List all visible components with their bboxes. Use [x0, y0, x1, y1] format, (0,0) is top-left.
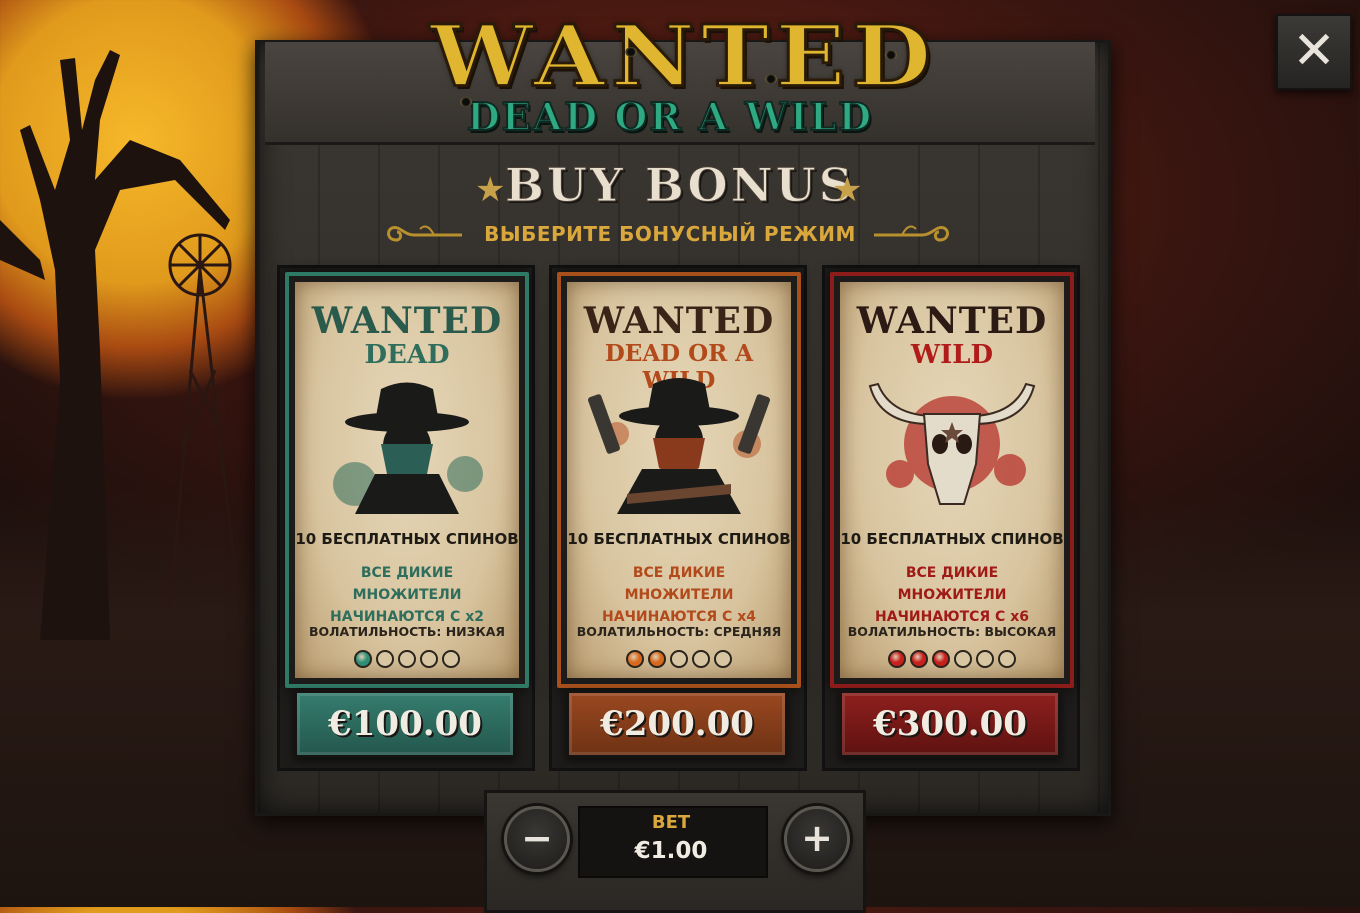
volatility-value: НИЗКАЯ — [445, 624, 506, 639]
logo-subtitle: DEAD OR A WILD — [466, 93, 874, 140]
card-multiplier: ВСЕ ДИКИЕ МНОЖИТЕЛИ НАЧИНАЮТСЯ С x4 — [577, 562, 781, 628]
bonus-card-wild[interactable]: WANTED WILD 10 БЕСПЛАТНЫХ СПИНОВ ВСЕ ДИК… — [830, 272, 1074, 688]
card-spins: 10 БЕСПЛАТНЫХ СПИНОВ — [295, 530, 519, 548]
bonus-card-dead-or-a-wild[interactable]: WANTED DEAD OR A WILD 10 БЕСПЛАТНЫХ СПИН… — [557, 272, 801, 688]
buy-button-dead-or-a-wild[interactable]: €200.00 — [566, 690, 788, 758]
volatility-meter — [567, 648, 791, 668]
plus-icon: + — [801, 816, 833, 860]
wanted-poster: WANTED WILD 10 БЕСПЛАТНЫХ СПИНОВ ВСЕ ДИК… — [840, 282, 1064, 678]
card-multiplier: ВСЕ ДИКИЕ МНОЖИТЕЛИ НАЧИНАЮТСЯ С x2 — [305, 562, 509, 628]
card-title: WANTED — [583, 300, 775, 342]
price-label: €300.00 — [873, 704, 1027, 744]
card-volatility: ВОЛАТИЛЬНОСТЬ: НИЗКАЯ — [295, 624, 519, 639]
bull-skull-icon — [868, 382, 1036, 505]
buy-button-wild[interactable]: €300.00 — [839, 690, 1061, 758]
page-title: BUY BONUS — [504, 158, 856, 213]
bullet-hole-icon — [460, 97, 472, 107]
volatility-dot-empty — [692, 649, 710, 668]
volatility-label: ВОЛАТИЛЬНОСТЬ: — [308, 624, 442, 639]
volatility-dot-empty — [714, 649, 732, 668]
flourish-left-icon — [387, 225, 462, 242]
bet-value: €1.00 — [634, 838, 708, 864]
volatility-dot-empty — [954, 649, 972, 668]
page-subtitle: ВЫБЕРИТЕ БОНУСНЫЙ РЕЖИМ — [484, 222, 856, 246]
volatility-label: ВОЛАТИЛЬНОСТЬ: — [847, 624, 981, 639]
volatility-dot-empty — [670, 649, 688, 668]
volatility-dot-filled — [888, 649, 906, 668]
minus-icon: − — [521, 816, 553, 860]
card-title: WANTED — [311, 300, 503, 342]
card-multiplier: ВСЕ ДИКИЕ МНОЖИТЕЛИ НАЧИНАЮТСЯ С x6 — [850, 562, 1054, 628]
game-logo: WANTED DEAD OR A WILD — [429, 2, 938, 147]
buy-button-dead[interactable]: €100.00 — [294, 690, 516, 758]
star-icon: ★ — [832, 170, 863, 210]
card-multiplier-line1: ВСЕ ДИКИЕ МНОЖИТЕЛИ — [352, 565, 462, 603]
card-multiplier-line1: ВСЕ ДИКИЕ МНОЖИТЕЛИ — [624, 565, 734, 603]
volatility-dot-filled — [910, 649, 928, 668]
volatility-dot-filled — [626, 649, 644, 668]
volatility-meter — [295, 648, 519, 668]
bonus-card-dead[interactable]: WANTED DEAD 10 БЕСПЛАТНЫХ СПИНОВ ВСЕ ДИК… — [285, 272, 529, 688]
logo-title: WANTED — [429, 5, 938, 107]
price-label: €200.00 — [600, 704, 754, 744]
volatility-dot-empty — [998, 649, 1016, 668]
price-label: €100.00 — [328, 704, 482, 744]
bandit-icon — [333, 382, 483, 514]
volatility-dot-filled — [932, 649, 950, 668]
bullet-hole-icon — [625, 47, 637, 57]
volatility-dot-empty — [420, 649, 438, 668]
volatility-dot-empty — [442, 649, 460, 668]
bet-label: BET — [651, 812, 691, 833]
card-spins: 10 БЕСПЛАТНЫХ СПИНОВ — [840, 530, 1064, 548]
card-spins: 10 БЕСПЛАТНЫХ СПИНОВ — [567, 530, 791, 548]
volatility-dot-empty — [398, 649, 416, 668]
wanted-poster: WANTED DEAD 10 БЕСПЛАТНЫХ СПИНОВ ВСЕ ДИК… — [295, 282, 519, 678]
volatility-value: ВЫСОКАЯ — [984, 624, 1057, 639]
gunslinger-icon — [588, 378, 770, 514]
card-multiplier-line1: ВСЕ ДИКИЕ МНОЖИТЕЛИ — [897, 565, 1007, 603]
bullet-hole-icon — [765, 74, 777, 84]
bet-decrease-button[interactable]: − — [504, 806, 570, 872]
volatility-dot-empty — [976, 649, 994, 668]
bet-increase-button[interactable]: + — [784, 806, 850, 872]
wanted-poster: WANTED DEAD OR A WILD 10 БЕСПЛАТНЫХ СПИН… — [567, 282, 791, 678]
bullet-hole-icon — [885, 50, 897, 60]
close-button[interactable]: ✕ — [1276, 14, 1352, 90]
card-subtitle: DEAD — [364, 340, 450, 370]
flourish-right-icon — [874, 225, 949, 242]
card-volatility: ВОЛАТИЛЬНОСТЬ: ВЫСОКАЯ — [840, 624, 1064, 639]
volatility-dot-filled — [648, 649, 666, 668]
card-volatility: ВОЛАТИЛЬНОСТЬ: СРЕДНЯЯ — [567, 624, 791, 639]
windmill-icon — [168, 233, 242, 610]
card-subtitle: WILD — [910, 340, 994, 370]
volatility-meter — [840, 648, 1064, 668]
card-title: WANTED — [856, 300, 1048, 342]
volatility-value: СРЕДНЯЯ — [713, 624, 782, 639]
volatility-dot-filled — [354, 649, 372, 668]
volatility-label: ВОЛАТИЛЬНОСТЬ: — [576, 624, 710, 639]
close-icon: ✕ — [1292, 21, 1336, 81]
volatility-dot-empty — [376, 649, 394, 668]
